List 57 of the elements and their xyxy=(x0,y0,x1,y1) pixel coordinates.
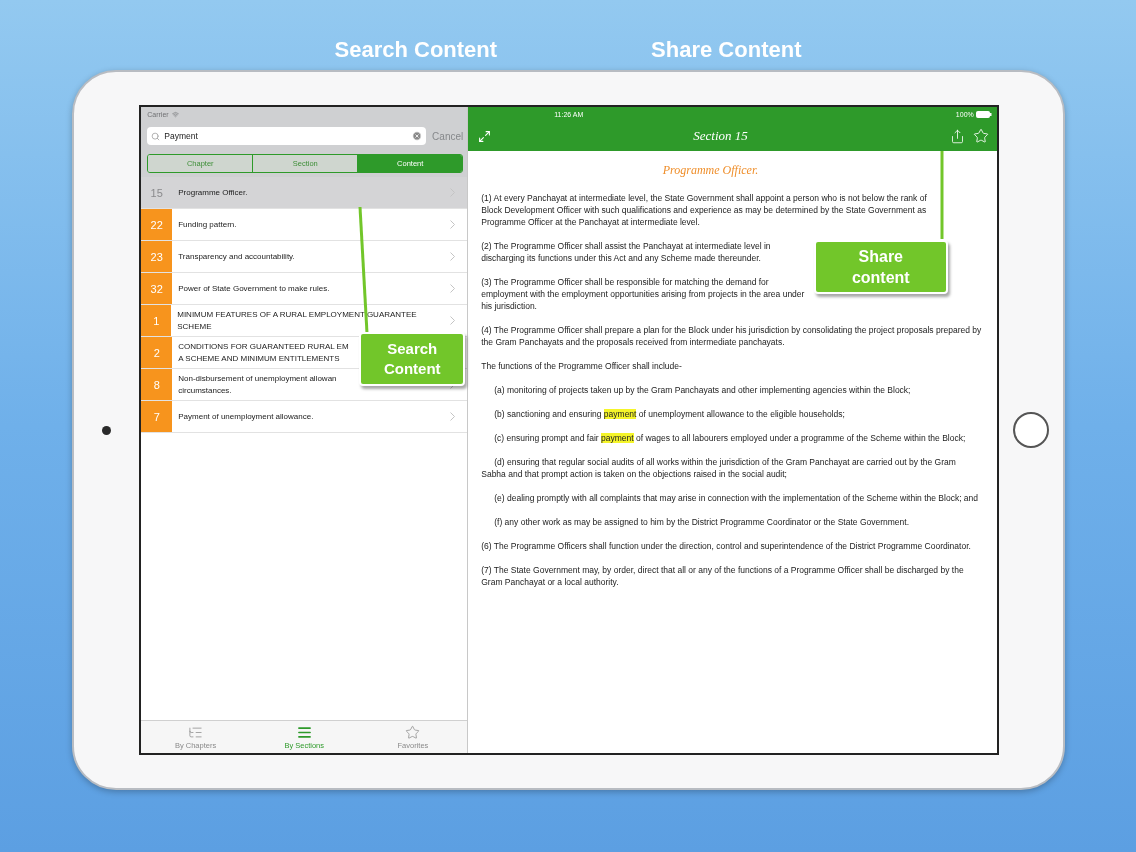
result-row[interactable]: 7 Payment of unemployment allowance. xyxy=(141,401,468,433)
law-paragraph: (2) The Programme Officer shall assist the Panchayat at intermediate level in discharging its functions under this Act and any Scheme made thereunder. xyxy=(481,240,772,264)
law-paragraph: (e) dealing promptly with all complaints that may arise in connection with the implementation of the Scheme within the Block; and xyxy=(493,492,980,504)
chevron-icon xyxy=(450,284,456,293)
section-heading: Programme Officer. xyxy=(661,162,760,179)
law-paragraph: (d) ensuring that regular social audits of all works within the jurisdiction of the Gram Panchayat are carried out by the Gram Sabha and that prompt action is taken on the objections raised in the social audit; xyxy=(481,456,957,480)
law-paragraph: (1) At every Panchayat at intermediate level, the State Government shall appoint a person who is not below the rank of Block Development Officer with such qualifications and experience as may be determined by the State Government as Programme Officer at the Panchayat at intermediate level. xyxy=(481,192,928,228)
section-number: 8 xyxy=(141,369,173,400)
result-title: Funding pattern. xyxy=(177,218,238,231)
law-paragraph: (f) any other work as may be assigned to him by the District Programme Coordinator or the State Government. xyxy=(493,516,911,528)
law-paragraph: (4) The Programme Officer shall prepare a plan for the Block under his jurisdiction by consolidating the project proposals prepared by the Gram Panchayats and the proposals received from intermediate panchayats. xyxy=(481,324,982,348)
chevron-icon xyxy=(450,220,456,229)
result-title: Programme Officer. xyxy=(177,186,249,199)
chevron-icon xyxy=(450,316,456,325)
tab-icon xyxy=(296,724,312,740)
section-number: 23 xyxy=(141,241,173,272)
callout-tooltip: Share content xyxy=(813,240,948,294)
chevron-icon xyxy=(450,252,456,261)
law-paragraph: (a) monitoring of projects taken up by the Gram Panchayats and other implementing agencies within the Block; xyxy=(493,384,912,396)
law-paragraph: (c) ensuring prompt and fair payment of wages to all labourers employed under a programme of the Scheme within the Block; xyxy=(493,432,967,444)
result-title: Non-disbursement of unemployment allowan circumstances. xyxy=(177,372,338,397)
result-row[interactable]: 15 Programme Officer. xyxy=(141,177,468,209)
promo-heading: Search Content xyxy=(334,36,498,64)
section-title: Section 15 xyxy=(692,128,749,144)
section-number: 32 xyxy=(141,273,173,304)
clear-icon[interactable] xyxy=(412,131,423,141)
law-paragraph: (6) The Programme Officers shall function under the direction, control and superintendence of the District Programme Coordinator. xyxy=(481,540,972,552)
callout-tooltip: Search Content xyxy=(359,332,466,386)
result-title: Transparency and accountability. xyxy=(177,250,296,263)
law-paragraph: (3) The Programme Officer shall be responsible for matching the demand for employment with the employment opportunities arising from projects in the area under his jurisdiction. xyxy=(481,276,806,312)
battery-icon xyxy=(975,110,992,118)
section-number: 1 xyxy=(141,305,172,336)
search-field[interactable]: Payment xyxy=(147,127,427,145)
result-row[interactable]: 32 Power of State Government to make rules. xyxy=(141,273,468,305)
law-paragraph: (7) The State Government may, by order, direct that all or any of the functions of a Programme Officer shall be discharged by the Gram Panchayat or a local authority. xyxy=(481,564,965,588)
result-row[interactable]: 22 Funding pattern. xyxy=(141,209,468,241)
tab-icon xyxy=(188,724,204,740)
result-title: Power of State Government to make rules. xyxy=(177,282,331,295)
wifi-icon xyxy=(171,110,179,118)
section-number: 22 xyxy=(141,209,173,240)
promo-heading: Share Content xyxy=(651,36,802,64)
section-number: 7 xyxy=(141,401,173,432)
section-number: 2 xyxy=(141,337,173,368)
result-row[interactable]: 1 MINIMUM FEATURES OF A RURAL EMPLOYMENT GUARANTEE SCHEME xyxy=(141,305,468,337)
home-button[interactable] xyxy=(1012,412,1049,448)
result-title: CONDITIONS FOR GUARANTEED RURAL EM A SCHEME AND MINIMUM ENTITLEMENTS xyxy=(177,340,350,365)
expand-icon[interactable] xyxy=(478,129,492,143)
star-icon[interactable] xyxy=(972,128,989,144)
result-title: Payment of unemployment allowance. xyxy=(177,410,315,423)
law-paragraph: The functions of the Programme Officer shall include- xyxy=(481,360,683,372)
result-title: MINIMUM FEATURES OF A RURAL EMPLOYMENT GUARANTEE SCHEME xyxy=(176,308,418,333)
result-row[interactable]: 23 Transparency and accountability. xyxy=(141,241,468,273)
camera-dot xyxy=(101,425,111,435)
chevron-icon xyxy=(450,412,456,421)
tab-icon xyxy=(405,724,421,740)
share-icon[interactable] xyxy=(949,128,965,144)
search-icon xyxy=(151,131,161,141)
